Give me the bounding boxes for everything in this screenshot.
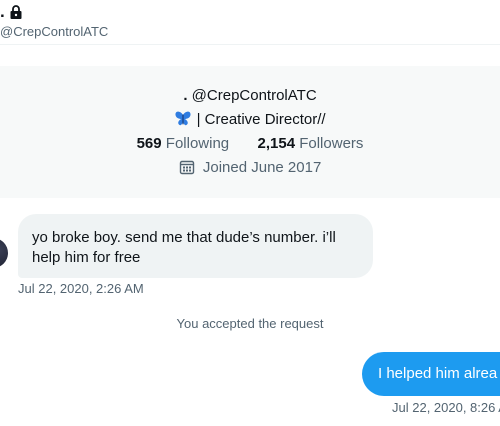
followers-count: 2,154 [257,135,296,152]
header-handle: @CrepControlATC [0,24,109,39]
lock-icon [10,5,22,19]
conversation-header: . @CrepControlATC [0,0,500,45]
outgoing-message-bubble[interactable]: I helped him alrea [362,352,500,396]
profile-bio-text: | Creative Director// [196,111,326,128]
profile-joined-text: Joined June 2017 [202,159,322,176]
incoming-message-time: Jul 22, 2020, 2:26 AM [18,281,144,296]
profile-name: . [183,87,188,104]
outgoing-message-time: Jul 22, 2020, 8:26 A [392,400,500,415]
profile-joined: Joined June 2017 [0,158,500,178]
profile-name-row: . @CrepControlATC [0,86,500,106]
header-name-text: . [0,2,5,21]
calendar-icon [179,160,194,175]
followers-label: Followers [299,135,364,152]
header-display-name[interactable]: . [0,2,24,22]
profile-stats: 569 Following 2,154 Followers [0,134,500,154]
sender-avatar[interactable] [0,238,8,268]
dm-conversation: . @CrepControlATC . @CrepControlATC | Cr… [0,0,500,426]
butterfly-icon [175,111,191,126]
following-count: 569 [136,135,162,152]
system-message: You accepted the request [176,316,324,331]
profile-summary-card[interactable]: . @CrepControlATC | Creative Director// … [0,66,500,198]
followers-stat[interactable]: 2,154 Followers [258,135,364,152]
incoming-message-bubble[interactable]: yo broke boy. send me that dude’s number… [18,214,373,278]
profile-handle: @CrepControlATC [191,87,317,104]
following-label: Following [165,135,230,152]
profile-bio: | Creative Director// [0,110,500,130]
following-stat[interactable]: 569 Following [137,135,230,152]
